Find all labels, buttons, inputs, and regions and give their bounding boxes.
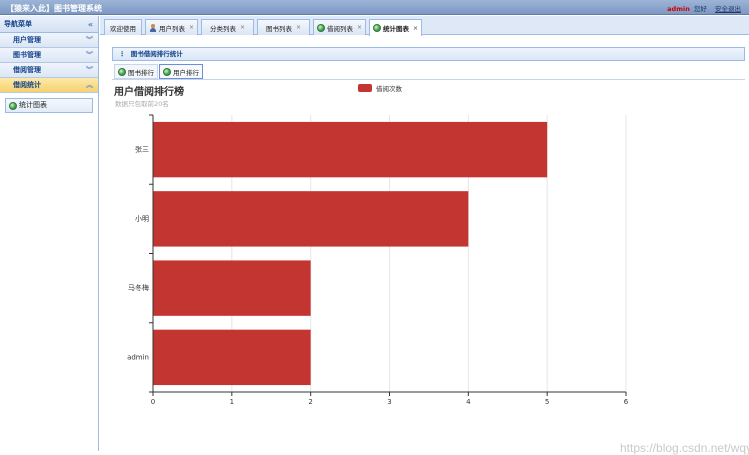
sidebar-item-label: 用户管理 <box>13 36 41 44</box>
main-area: 欢迎使用 用户列表 × 分类列表 × 图书列表 × 借阅列表 × 统计图表 × … <box>100 16 749 455</box>
chevron-up-icon: ︽ <box>86 81 93 89</box>
top-bar: 【猿来入此】图书管理系统 admin 您好 安全退出 <box>0 0 749 15</box>
x-tick-label: 4 <box>466 398 471 406</box>
user-area: admin 您好 安全退出 <box>667 3 741 13</box>
x-tick-label: 3 <box>387 398 391 406</box>
x-tick-label: 6 <box>624 398 629 406</box>
sidebar-item-label: 借阅管理 <box>13 66 41 74</box>
bar <box>153 260 311 316</box>
sidebar-header: 导航菜单 « <box>0 16 98 33</box>
sidebar-item-label: 图书管理 <box>13 51 41 59</box>
app-title: 【猿来入此】图书管理系统 <box>6 4 102 13</box>
x-tick-label: 2 <box>308 398 312 406</box>
sidebar-item-borrow-management[interactable]: 借阅管理 ︾ <box>0 63 98 78</box>
chevron-down-icon: ︾ <box>86 36 93 44</box>
sidebar-item-user-management[interactable]: 用户管理 ︾ <box>0 33 98 48</box>
sidebar-item-borrow-stats[interactable]: 借阅统计 ︽ <box>0 78 98 93</box>
x-tick-label: 0 <box>151 398 155 406</box>
sidebar-header-label: 导航菜单 <box>4 20 32 28</box>
collapse-left-icon[interactable]: « <box>88 16 93 33</box>
chevron-down-icon: ︾ <box>86 66 93 74</box>
nav-link-label: 统计图表 <box>19 101 47 109</box>
user-name: admin <box>667 5 690 13</box>
chevron-down-icon: ︾ <box>86 51 93 59</box>
x-tick-label: 1 <box>230 398 234 406</box>
globe-icon <box>9 101 17 110</box>
y-tick-label: 马冬梅 <box>128 283 149 292</box>
greeting-text: 您好 <box>693 5 707 13</box>
bar-chart: 0 1 2 3 4 5 6 张三小明马冬梅 admin <box>127 114 629 406</box>
bar <box>153 121 548 178</box>
logout-link[interactable]: 安全退出 <box>715 5 741 13</box>
bar <box>153 329 311 386</box>
y-tick-label: admin <box>127 353 149 361</box>
x-tick-label: 5 <box>545 398 549 406</box>
sidebar: 导航菜单 « 用户管理 ︾ 图书管理 ︾ 借阅管理 ︾ 借阅统计 ︽ 统计图表 <box>0 16 99 451</box>
sidebar-submenu: 统计图表 <box>0 93 98 118</box>
watermark: https://blog.csdn.net/wqy__007 <box>620 441 749 455</box>
sidebar-item-label: 借阅统计 <box>13 81 41 89</box>
y-tick-label: 小明 <box>135 214 149 223</box>
bar <box>153 191 469 247</box>
y-tick-label: 张三 <box>135 145 149 154</box>
nav-link-stats-chart[interactable]: 统计图表 <box>5 98 93 113</box>
sidebar-item-book-management[interactable]: 图书管理 ︾ <box>0 48 98 63</box>
